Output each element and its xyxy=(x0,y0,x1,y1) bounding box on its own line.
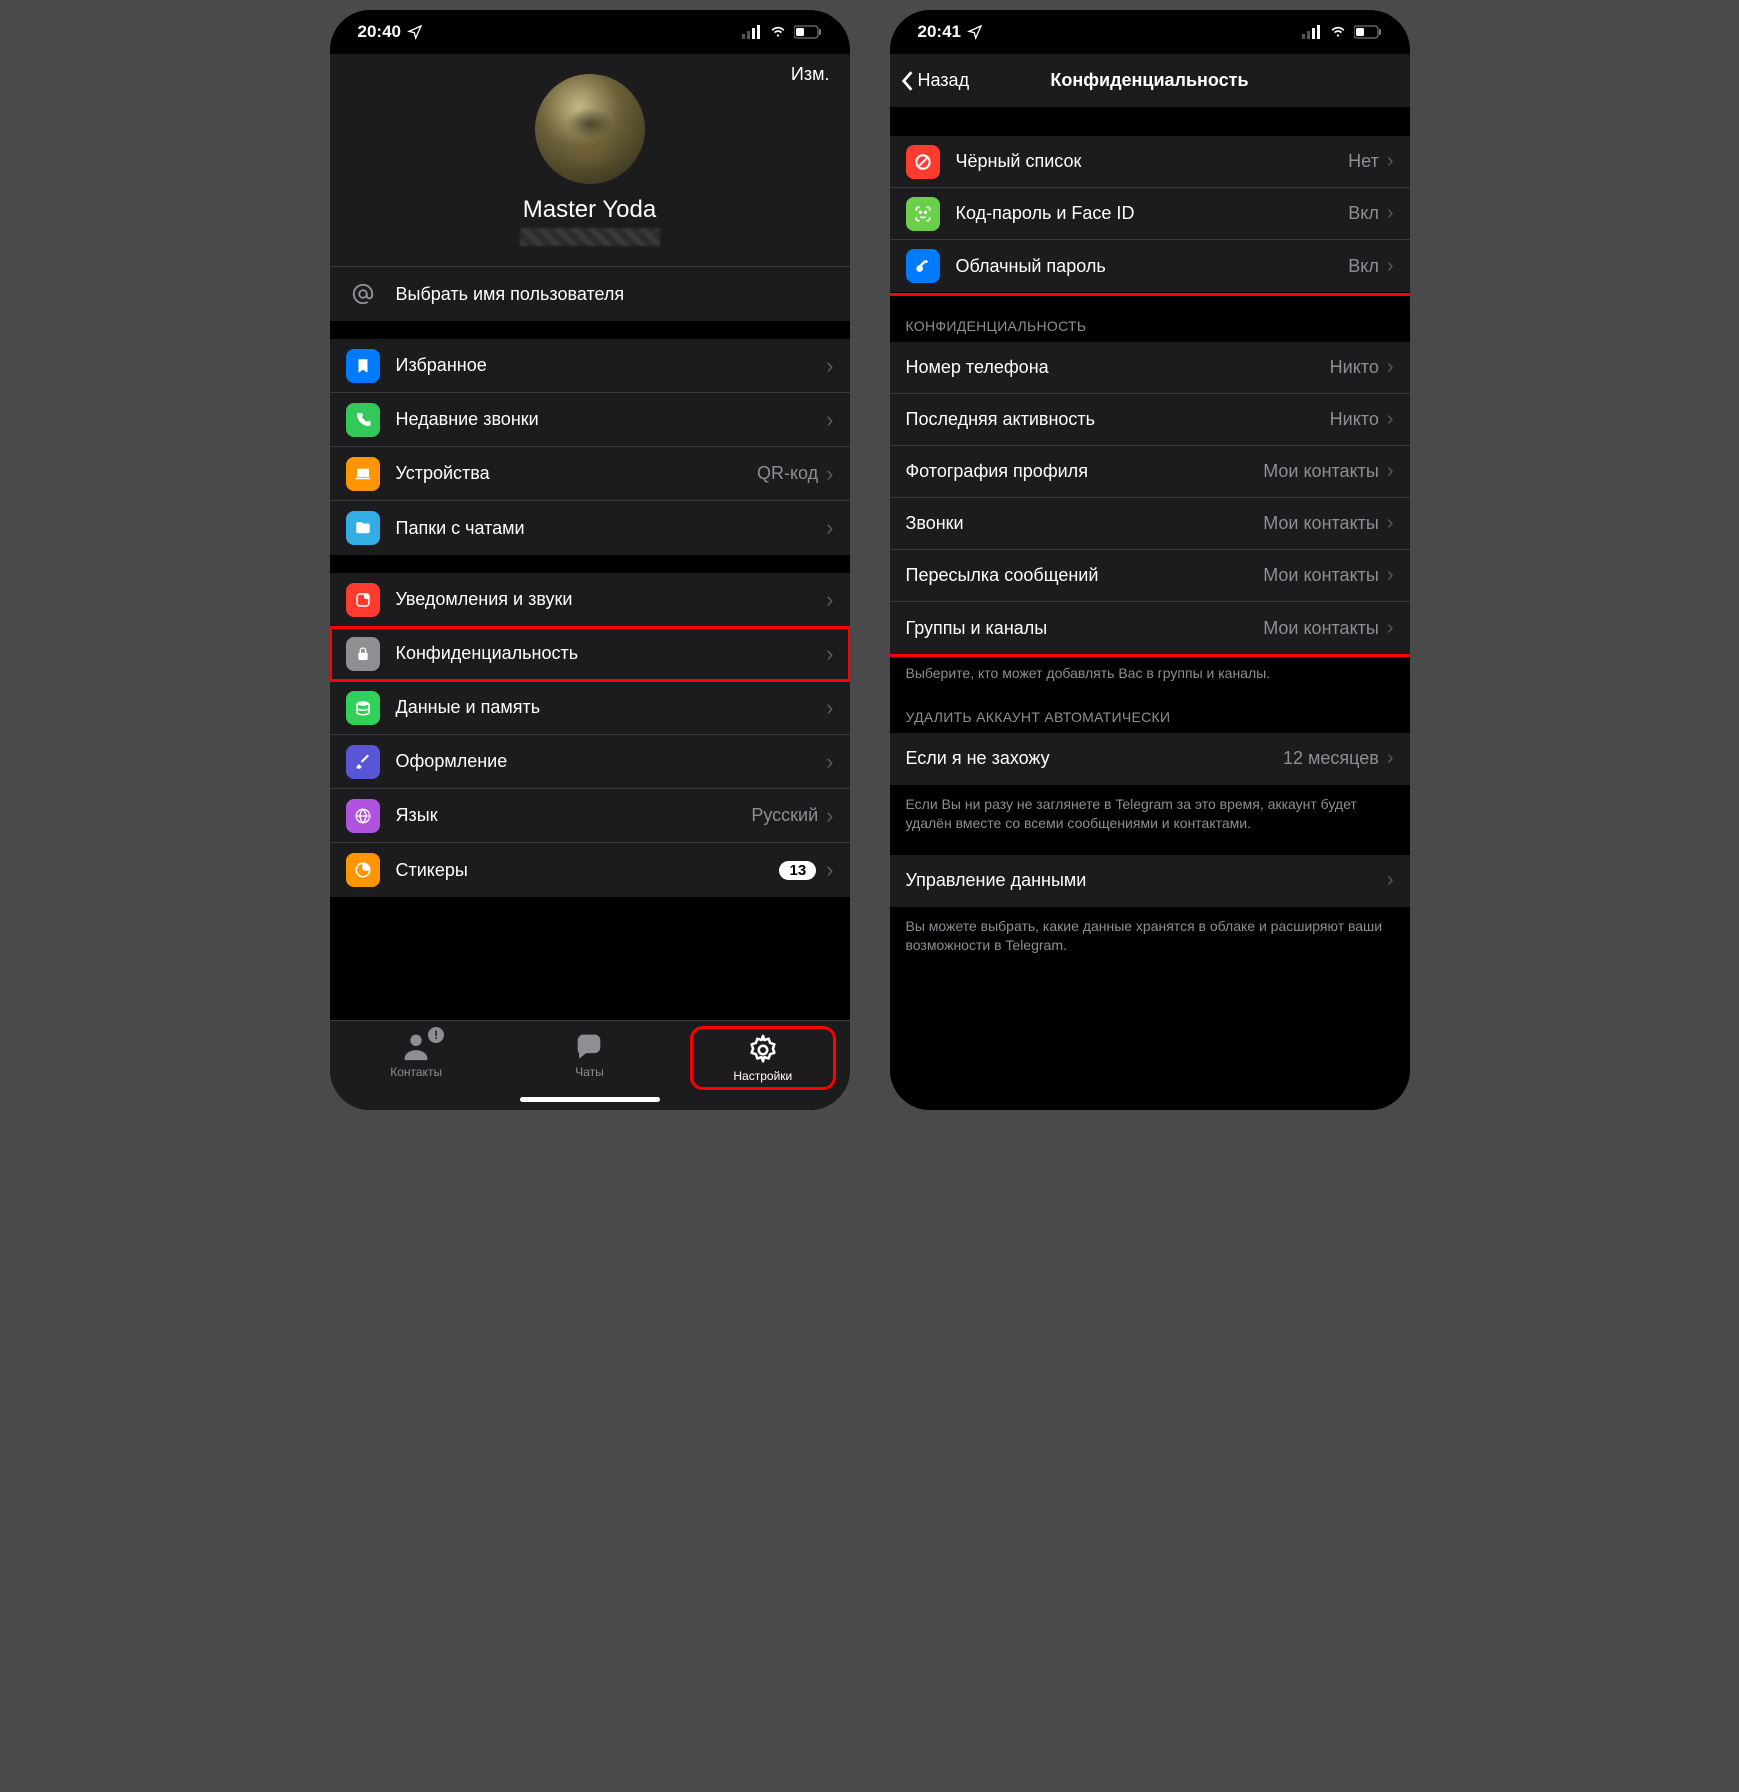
chevron-right-icon: › xyxy=(1387,356,1394,379)
chevron-right-icon: › xyxy=(1387,460,1394,483)
bookmark-icon xyxy=(346,349,380,383)
battery-icon xyxy=(794,25,822,39)
back-button[interactable]: Назад xyxy=(900,70,970,92)
blocked-users-row[interactable]: Чёрный список Нет › xyxy=(890,136,1410,188)
chevron-right-icon: › xyxy=(1387,869,1394,892)
privacy-section-header: КОНФИДЕНЦИАЛЬНОСТЬ xyxy=(890,296,1410,342)
alert-badge-icon xyxy=(428,1027,444,1043)
status-bar: 20:40 xyxy=(330,10,850,54)
tab-contacts[interactable]: Контакты xyxy=(346,1029,486,1079)
status-time: 20:41 xyxy=(918,22,961,42)
data-footer: Вы можете выбрать, какие данные хранятся… xyxy=(890,907,1410,959)
language-row[interactable]: Язык Русский › xyxy=(330,789,850,843)
lock-icon xyxy=(346,637,380,671)
groups-channels-row[interactable]: Группы и каналы Мои контакты › xyxy=(890,602,1410,654)
chevron-right-icon: › xyxy=(826,407,833,433)
battery-icon xyxy=(1354,25,1382,39)
nav-bar: Назад Конфиденциальность xyxy=(890,54,1410,108)
wifi-icon xyxy=(1328,25,1348,39)
devices-row[interactable]: Устройства QR-код › xyxy=(330,447,850,501)
avatar[interactable] xyxy=(535,74,645,184)
chat-folders-row[interactable]: Папки с чатами › xyxy=(330,501,850,555)
delete-section-header: УДАЛИТЬ АККАУНТ АВТОМАТИЧЕСКИ xyxy=(890,687,1410,733)
status-bar: 20:41 xyxy=(890,10,1410,54)
privacy-footer: Выберите, кто может добавлять Вас в груп… xyxy=(890,654,1410,687)
cellular-icon xyxy=(742,25,762,39)
chevron-right-icon: › xyxy=(826,695,833,721)
laptop-icon xyxy=(346,457,380,491)
chevron-right-icon: › xyxy=(1387,150,1394,173)
auto-delete-row[interactable]: Если я не захожу 12 месяцев › xyxy=(890,733,1410,785)
passcode-row[interactable]: Код-пароль и Face ID Вкл › xyxy=(890,188,1410,240)
block-icon xyxy=(906,145,940,179)
calls-row[interactable]: Звонки Мои контакты › xyxy=(890,498,1410,550)
profile-photo-row[interactable]: Фотография профиля Мои контакты › xyxy=(890,446,1410,498)
at-icon xyxy=(346,277,380,311)
location-icon xyxy=(967,24,983,40)
key-icon xyxy=(906,249,940,283)
gear-icon xyxy=(746,1033,780,1067)
wifi-icon xyxy=(768,25,788,39)
phone-icon xyxy=(346,403,380,437)
saved-messages-row[interactable]: Избранное › xyxy=(330,339,850,393)
phone-number-row[interactable]: Номер телефона Никто › xyxy=(890,342,1410,394)
privacy-screen: 20:41 Назад Конфиденциальность Чёрный сп… xyxy=(890,10,1410,1110)
cloud-password-row[interactable]: Облачный пароль Вкл › xyxy=(890,240,1410,292)
privacy-row[interactable]: Конфиденциальность › xyxy=(330,627,850,681)
chevron-right-icon: › xyxy=(1387,617,1394,640)
stickers-badge: 13 xyxy=(779,861,816,880)
stickers-row[interactable]: Стикеры 13 › xyxy=(330,843,850,897)
profile-name: Master Yoda xyxy=(350,196,830,224)
chevron-right-icon: › xyxy=(1387,747,1394,770)
tab-chats[interactable]: Чаты xyxy=(519,1029,659,1079)
location-icon xyxy=(407,24,423,40)
brush-icon xyxy=(346,745,380,779)
globe-icon xyxy=(346,799,380,833)
username-label: Выбрать имя пользователя xyxy=(396,284,834,305)
chevron-right-icon: › xyxy=(1387,255,1394,278)
chevron-right-icon: › xyxy=(826,353,833,379)
home-indicator[interactable] xyxy=(520,1097,660,1102)
chevron-right-icon: › xyxy=(1387,564,1394,587)
chevron-right-icon: › xyxy=(1387,202,1394,225)
profile-header: Изм. Master Yoda xyxy=(330,54,850,266)
chevron-right-icon: › xyxy=(1387,512,1394,535)
chevron-right-icon: › xyxy=(826,857,833,883)
chevron-right-icon: › xyxy=(826,461,833,487)
notifications-icon xyxy=(346,583,380,617)
cellular-icon xyxy=(1302,25,1322,39)
appearance-row[interactable]: Оформление › xyxy=(330,735,850,789)
privacy-section-highlighted: КОНФИДЕНЦИАЛЬНОСТЬ Номер телефона Никто … xyxy=(890,296,1410,654)
chevron-right-icon: › xyxy=(826,749,833,775)
tab-settings[interactable]: Настройки xyxy=(693,1029,833,1087)
edit-button[interactable]: Изм. xyxy=(791,64,830,85)
chevron-right-icon: › xyxy=(826,515,833,541)
data-management-row[interactable]: Управление данными › xyxy=(890,855,1410,907)
chevron-right-icon: › xyxy=(826,803,833,829)
chevron-right-icon: › xyxy=(826,587,833,613)
chats-icon xyxy=(572,1029,606,1063)
folder-icon xyxy=(346,511,380,545)
notifications-row[interactable]: Уведомления и звуки › xyxy=(330,573,850,627)
data-storage-row[interactable]: Данные и память › xyxy=(330,681,850,735)
delete-footer: Если Вы ни разу не заглянете в Telegram … xyxy=(890,785,1410,837)
chevron-left-icon xyxy=(900,70,914,92)
forwarding-row[interactable]: Пересылка сообщений Мои контакты › xyxy=(890,550,1410,602)
faceid-icon xyxy=(906,197,940,231)
sticker-icon xyxy=(346,853,380,887)
set-username-row[interactable]: Выбрать имя пользователя xyxy=(330,267,850,321)
recent-calls-row[interactable]: Недавние звонки › xyxy=(330,393,850,447)
chevron-right-icon: › xyxy=(826,641,833,667)
settings-screen: 20:40 Изм. Master Yoda Выбрать имя польз… xyxy=(330,10,850,1110)
profile-phone-blurred xyxy=(520,228,660,246)
status-time: 20:40 xyxy=(358,22,401,42)
chevron-right-icon: › xyxy=(1387,408,1394,431)
last-seen-row[interactable]: Последняя активность Никто › xyxy=(890,394,1410,446)
database-icon xyxy=(346,691,380,725)
